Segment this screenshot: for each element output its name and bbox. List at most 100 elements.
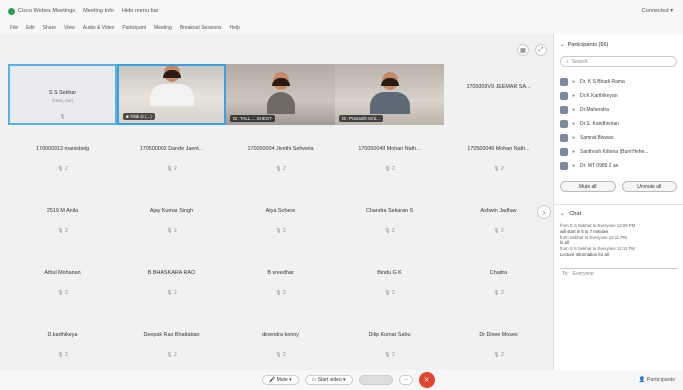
participants-title: Participants (66) bbox=[567, 42, 609, 48]
tile-mic-icon: 🎙 2 bbox=[57, 352, 68, 358]
participant-tile[interactable]: 170500002 Dande Jaent... 🎙 2 bbox=[117, 126, 226, 187]
menu-audio-video[interactable]: Audio & Video bbox=[83, 25, 115, 31]
tile-name: 170500002 Dande Jaent... bbox=[139, 146, 204, 152]
tile-mic-icon: 🎙 2 bbox=[57, 166, 68, 172]
participant-list-item[interactable]: ● Samrat Biswas bbox=[560, 131, 677, 145]
hide-menu-bar[interactable]: Hide menu bar bbox=[122, 8, 159, 14]
tile-mic-icon: 🎙 2 bbox=[57, 228, 68, 234]
participant-tile[interactable]: 2519 M Anila 🎙 2 bbox=[8, 188, 117, 249]
tile-name: Atya Sohere bbox=[265, 208, 296, 214]
tile-name: Athul Mohanan bbox=[44, 270, 81, 276]
chat-to-value[interactable]: Everyone bbox=[573, 271, 594, 277]
tile-mic-icon: 🎙 2 bbox=[275, 352, 286, 358]
menu-participant[interactable]: Participant bbox=[122, 25, 146, 31]
chat-messages: from S S Sekhar to Everyone 12:09 PM will… bbox=[554, 223, 683, 258]
participant-list-item[interactable]: ● Dr.K Karthikeyan bbox=[560, 89, 677, 103]
tile-mic-icon: 🎙 2 bbox=[493, 166, 504, 172]
meeting-info-menu[interactable]: Meeting Info bbox=[83, 8, 114, 14]
participant-tile[interactable]: Deepak Rao Bhattaban 🎙 2 bbox=[117, 312, 226, 373]
participant-list-item[interactable]: ● Santhosh Kittena (Bum'Hehe... bbox=[560, 145, 677, 159]
tile-row: 170000913 manisbelg 🎙 2 170500002 Dande Ja… bbox=[8, 126, 553, 187]
participant-tile[interactable]: B BHASKARA RAO 🎙 2 bbox=[117, 250, 226, 311]
participant-video bbox=[149, 66, 194, 106]
video-tile[interactable]: Dr. TALL.....SHEST bbox=[226, 64, 335, 125]
menu-view[interactable]: View bbox=[64, 25, 75, 31]
participant-video bbox=[369, 72, 410, 114]
participant-list-item[interactable]: ● Dr.S. Kandhivnan bbox=[560, 117, 677, 131]
share-button[interactable] bbox=[358, 375, 393, 385]
participant-tile[interactable]: 170050004 Jivethi Sehwela 🎙 2 bbox=[226, 126, 335, 187]
fullscreen-icon[interactable]: ⤢ bbox=[535, 44, 547, 56]
meeting-controls-bar: 🎤 Mute ▾ ▭ Start video ▾ ··· ✕ 👤 Partici… bbox=[0, 370, 683, 390]
participant-tile[interactable]: Dr Dixee Moses 🎙 2 bbox=[444, 312, 553, 373]
more-options-button[interactable]: ··· bbox=[398, 375, 413, 385]
participant-tile[interactable]: Chaitra 🎙 2 bbox=[444, 250, 553, 311]
tile-row: D.karthikeya 🎙 2 Deepak Rao Bhattaban 🎙 2 di… bbox=[8, 312, 553, 373]
unmute-all-button[interactable]: Unmute all bbox=[621, 181, 677, 192]
participant-list-item[interactable]: ● Dr. MT 0989 2 an bbox=[560, 159, 677, 173]
menu-meeting[interactable]: Meeting bbox=[154, 25, 172, 31]
grid-toolbar: ▦ ⤢ bbox=[517, 44, 547, 56]
participant-tile[interactable]: Ashwin Jadhav 🎙 2 bbox=[444, 188, 553, 249]
video-name-chip: ■ Tilak D (...) bbox=[123, 113, 155, 120]
menu-bar: File Edit Share View Audio & Video Parti… bbox=[0, 22, 683, 34]
participants-header[interactable]: ⌄ Participants (66) bbox=[554, 34, 683, 52]
participant-tile[interactable]: 170500049 Mohan Nath... 🎙 2 bbox=[444, 126, 553, 187]
participant-list-item[interactable]: ● Dr. K S Bhadi Rama bbox=[560, 75, 677, 89]
menu-edit[interactable]: Edit bbox=[26, 25, 35, 31]
menu-breakout[interactable]: Breakout Sessions bbox=[180, 25, 222, 31]
chevron-down-icon: ⌄ bbox=[560, 211, 565, 217]
end-call-button[interactable]: ✕ bbox=[418, 372, 435, 388]
tile-mic-icon: 🎙 2 bbox=[493, 290, 504, 296]
chat-recipient[interactable]: To: Everyone bbox=[560, 267, 677, 280]
participant-list: ● Dr. K S Bhadi Rama ● Dr.K Karthikeyan ● Dr.… bbox=[554, 71, 683, 177]
tile-mic-icon: 🎙 2 bbox=[384, 290, 395, 296]
tile-mic-icon: 🎙 2 bbox=[166, 352, 177, 358]
layout-icon[interactable]: ▦ bbox=[517, 44, 529, 56]
menu-file[interactable]: File bbox=[10, 25, 18, 31]
tile-name: dinendra kenny bbox=[262, 332, 299, 338]
video-name-chip: Dr. TALL.....SHEST bbox=[230, 115, 275, 122]
participant-tile[interactable]: 170000913 manisbelg 🎙 2 bbox=[8, 126, 117, 187]
participant-tile[interactable]: dinendra kenny 🎙 2 bbox=[226, 312, 335, 373]
participant-tile[interactable]: B sreedhar 🎙 2 bbox=[226, 250, 335, 311]
mic-icon: ● bbox=[572, 149, 576, 155]
participant-search-input[interactable]: ⌕ Search bbox=[560, 56, 677, 67]
video-grid-area: ▦ ⤢ S S Sekhar (Host, me) 🎙 ■ Tilak D (...)… bbox=[0, 34, 553, 370]
participant-tile[interactable]: Bindu G K 🎙 2 bbox=[335, 250, 444, 311]
tile-name: 170050049 Mohan Nath... bbox=[358, 146, 421, 152]
participants-toggle-button[interactable]: 👤 Participants bbox=[639, 377, 675, 383]
collapse-panel-chevron-icon[interactable]: › bbox=[537, 205, 551, 219]
window-titlebar: Cisco Webex Meetings Meeting Info Hide m… bbox=[0, 0, 683, 22]
participant-list-item[interactable]: ● Dr.Mahendra bbox=[560, 103, 677, 117]
connection-status[interactable]: Connected ▾ bbox=[642, 8, 673, 14]
video-tile[interactable]: Dr. Prasanth Kirti... bbox=[335, 64, 444, 125]
mute-button[interactable]: 🎤 Mute ▾ bbox=[262, 375, 299, 385]
mute-all-button[interactable]: Mute all bbox=[560, 181, 616, 192]
participant-tile[interactable]: Ajay Kumar Singh 🎙 2 bbox=[117, 188, 226, 249]
tile-mic-icon: 🎙 2 bbox=[275, 228, 286, 234]
video-tile[interactable]: ■ Tilak D (...) bbox=[117, 64, 226, 125]
participant-tile[interactable]: Chandra Sekaran S 🎙 2 bbox=[335, 188, 444, 249]
tile-name: Chaitra bbox=[489, 270, 508, 276]
chat-title: Chat bbox=[569, 211, 582, 217]
participant-tile[interactable]: Dilip Kumar Sahu 🎙 2 bbox=[335, 312, 444, 373]
menu-share[interactable]: Share bbox=[43, 25, 56, 31]
tile-mic-icon: 🎙 2 bbox=[493, 352, 504, 358]
menu-help[interactable]: Help bbox=[230, 25, 240, 31]
tile-name: Bindu G K bbox=[377, 270, 402, 276]
tile-mic-icon: 🎙 2 bbox=[384, 166, 395, 172]
participant-tile[interactable]: 170050049 Mohan Nath... 🎙 2 bbox=[335, 126, 444, 187]
tile-name: 170500049 Mohan Nath... bbox=[467, 146, 530, 152]
start-video-button[interactable]: ▭ Start video ▾ bbox=[304, 375, 353, 385]
self-tile[interactable]: S S Sekhar (Host, me) 🎙 bbox=[8, 64, 117, 125]
video-name-chip: Dr. Prasanth Kirti... bbox=[339, 115, 383, 122]
participant-tile[interactable]: D.karthikeya 🎙 2 bbox=[8, 312, 117, 373]
tile-name: B sreedhar bbox=[267, 270, 294, 276]
mic-icon: ● bbox=[572, 135, 576, 141]
chat-header[interactable]: ⌄ Chat bbox=[554, 205, 683, 223]
participant-tile[interactable]: 1705009V9 JEEMAR SA... bbox=[444, 64, 553, 125]
tile-mic-icon: 🎙 2 bbox=[57, 290, 68, 296]
participant-tile[interactable]: Atya Sohere 🎙 2 bbox=[226, 188, 335, 249]
participant-tile[interactable]: Athul Mohanan 🎙 2 bbox=[8, 250, 117, 311]
